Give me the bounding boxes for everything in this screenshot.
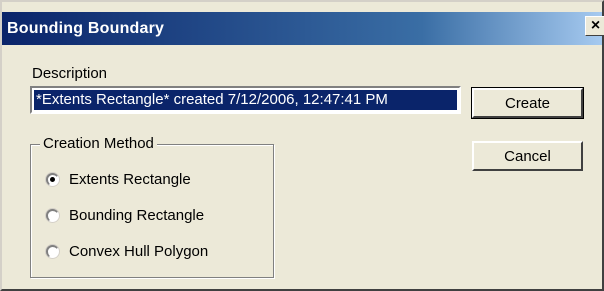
radio-option-convex-hull-polygon[interactable]: Convex Hull Polygon	[46, 241, 208, 261]
radio-button-checked-icon[interactable]	[46, 172, 59, 186]
radio-option-bounding-rectangle[interactable]: Bounding Rectangle	[46, 205, 204, 225]
creation-method-group: Creation Method Extents Rectangle Boundi…	[30, 135, 274, 278]
close-icon: ×	[590, 17, 601, 34]
creation-method-legend: Creation Method	[40, 135, 157, 152]
description-input-selected-text[interactable]: *Extents Rectangle* created 7/12/2006, 1…	[34, 90, 457, 110]
close-button[interactable]: ×	[585, 16, 604, 36]
radio-label-convex-hull-polygon[interactable]: Convex Hull Polygon	[69, 243, 208, 260]
bounding-boundary-dialog: Bounding Boundary × Description *Extents…	[0, 0, 604, 291]
cancel-button[interactable]: Cancel	[472, 141, 583, 171]
radio-button-icon[interactable]	[46, 208, 59, 222]
radio-button-icon[interactable]	[46, 244, 59, 258]
description-label: Description	[32, 65, 108, 82]
radio-label-extents-rectangle[interactable]: Extents Rectangle	[69, 171, 191, 188]
create-button[interactable]: Create	[471, 87, 584, 119]
title-bar[interactable]: Bounding Boundary	[2, 12, 602, 45]
radio-label-bounding-rectangle[interactable]: Bounding Rectangle	[69, 207, 204, 224]
description-input[interactable]: *Extents Rectangle* created 7/12/2006, 1…	[30, 86, 461, 114]
window-title: Bounding Boundary	[7, 20, 165, 37]
radio-option-extents-rectangle[interactable]: Extents Rectangle	[46, 169, 191, 189]
